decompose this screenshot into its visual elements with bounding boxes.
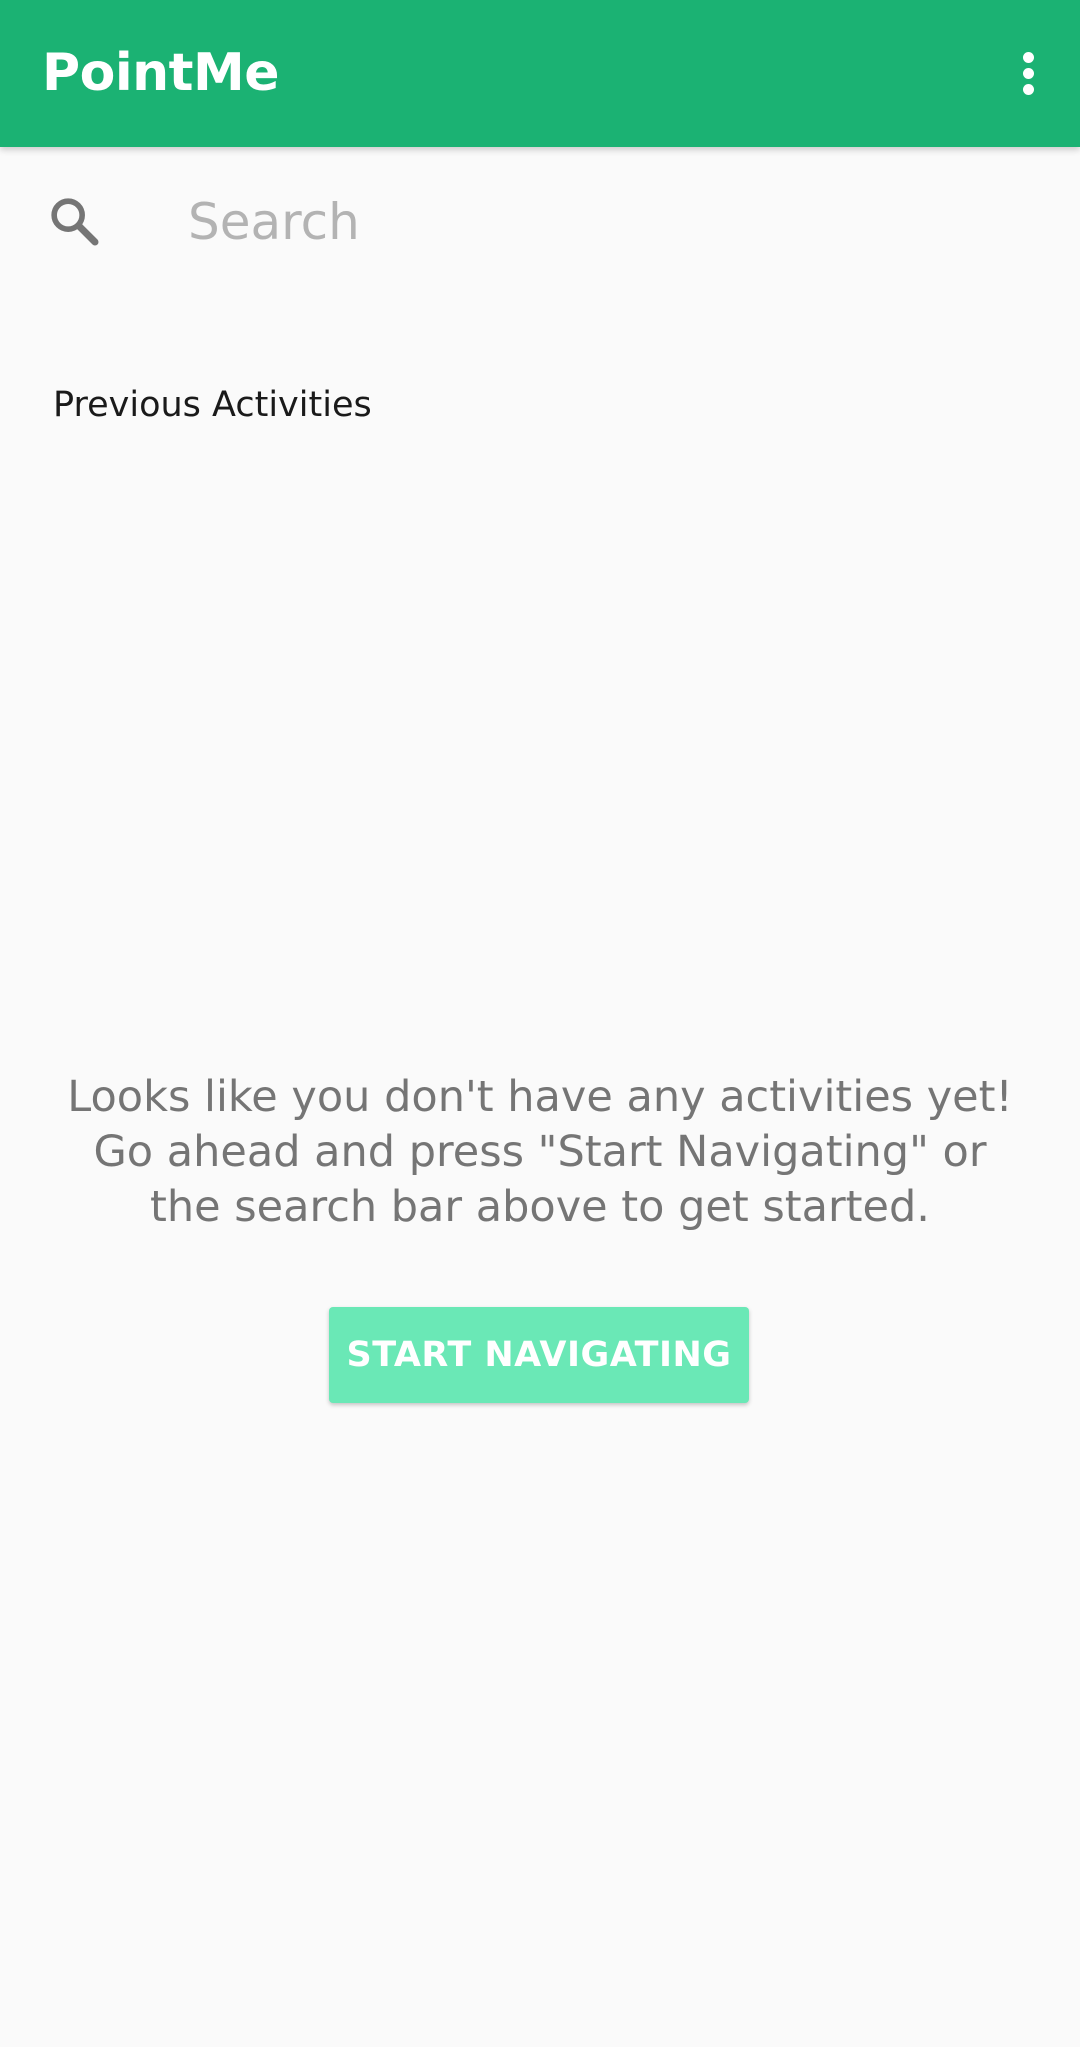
menu-dot [1023,84,1034,95]
menu-dot [1023,68,1034,79]
start-navigating-button[interactable]: START NAVIGATING [329,1307,749,1403]
empty-state-message: Looks like you don't have any activities… [67,1072,1013,1232]
search-bar [0,147,1080,297]
section-title-previous-activities: Previous Activities [53,385,372,425]
search-input[interactable] [188,177,1028,267]
app-bar: PointMe [0,0,1080,147]
menu-dot [1023,52,1034,63]
search-icon[interactable] [46,193,102,249]
app-title: PointMe [42,43,280,103]
more-vertical-icon[interactable] [970,0,1080,147]
